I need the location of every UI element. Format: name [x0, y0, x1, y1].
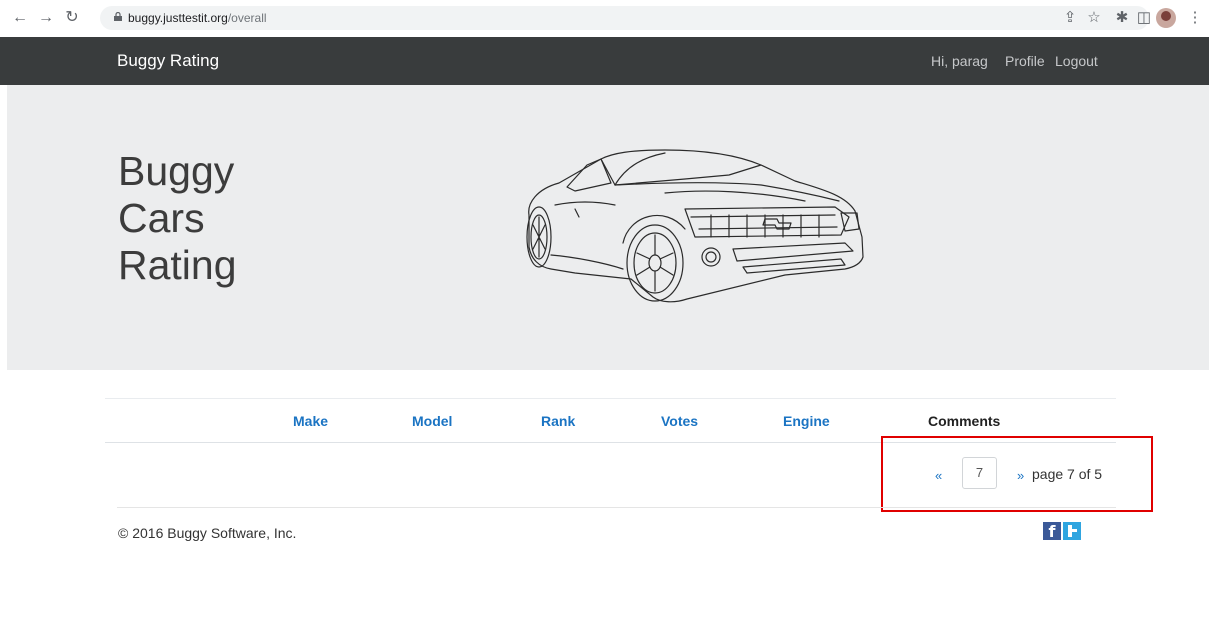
- brand-link[interactable]: Buggy Rating: [117, 51, 219, 71]
- profile-avatar[interactable]: [1156, 8, 1176, 28]
- facebook-icon[interactable]: f: [1043, 522, 1061, 541]
- address-bar[interactable]: buggy.justtestit.org/overall: [100, 6, 1149, 30]
- highlight-box: [881, 436, 1153, 512]
- sidepanel-icon[interactable]: ◫: [1135, 9, 1153, 27]
- greeting-text: Hi, parag: [931, 53, 988, 69]
- url-path: /overall: [227, 11, 267, 25]
- column-header-engine[interactable]: Engine: [783, 413, 830, 429]
- extensions-icon[interactable]: ✱: [1113, 9, 1131, 27]
- url-text: buggy.justtestit.org/overall: [128, 11, 267, 25]
- hero-title-line-3: Rating: [118, 242, 237, 288]
- hero-title-line-1: Buggy: [118, 148, 235, 194]
- twitter-icon[interactable]: [1063, 522, 1081, 540]
- star-icon[interactable]: ☆: [1085, 9, 1103, 27]
- column-header-comments: Comments: [928, 413, 1001, 429]
- url-host: buggy.justtestit.org: [128, 11, 228, 25]
- hero-title-line-2: Cars: [118, 195, 205, 241]
- back-icon[interactable]: ←: [10, 8, 30, 28]
- reload-icon[interactable]: ↻: [62, 8, 82, 28]
- logout-link[interactable]: Logout: [1055, 53, 1098, 69]
- menu-icon[interactable]: ⋮: [1186, 9, 1204, 27]
- column-header-rank[interactable]: Rank: [541, 413, 575, 429]
- column-header-model[interactable]: Model: [412, 413, 452, 429]
- table-top-border: [105, 398, 1116, 399]
- forward-icon[interactable]: →: [36, 8, 56, 28]
- column-header-make[interactable]: Make: [293, 413, 328, 429]
- car-illustration: [526, 149, 864, 303]
- lock-icon: [114, 12, 122, 21]
- top-navbar: Buggy Rating Hi, parag Profile Logout: [0, 37, 1209, 85]
- hero-banner: Buggy Cars Rating: [7, 85, 1209, 370]
- browser-toolbar: ← → ↻ buggy.justtestit.org/overall ⇪ ☆ ✱…: [0, 0, 1209, 37]
- profile-link[interactable]: Profile: [1005, 53, 1045, 69]
- column-header-votes[interactable]: Votes: [661, 413, 698, 429]
- share-icon[interactable]: ⇪: [1061, 9, 1079, 27]
- hero-title: Buggy Cars Rating: [118, 148, 237, 289]
- footer-divider: [117, 507, 1116, 508]
- copyright-text: © 2016 Buggy Software, Inc.: [118, 525, 297, 541]
